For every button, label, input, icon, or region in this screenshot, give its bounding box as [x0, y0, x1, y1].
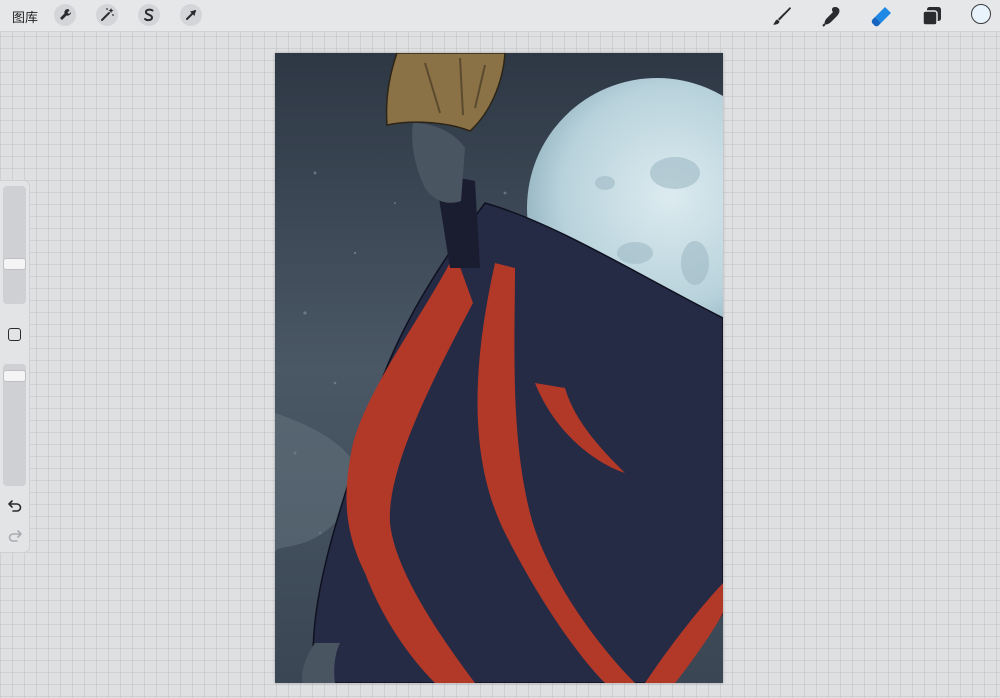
drawing-canvas[interactable]	[275, 53, 723, 683]
opacity-slider[interactable]	[3, 364, 26, 486]
brush-icon	[773, 7, 791, 25]
smudge-button[interactable]	[820, 4, 844, 28]
magic-wand-icon	[101, 8, 114, 21]
top-toolbar: 图库	[0, 0, 1000, 32]
color-picker-button[interactable]	[971, 4, 991, 24]
layers-icon	[922, 7, 941, 26]
wrench-icon	[60, 8, 72, 20]
transform-arrow-icon	[186, 10, 196, 20]
brush-size-slider[interactable]	[3, 186, 26, 304]
selection-s-icon	[144, 8, 154, 22]
brush-button[interactable]	[770, 4, 794, 28]
opacity-thumb[interactable]	[3, 369, 26, 382]
transform-button[interactable]	[180, 4, 202, 26]
layers-button[interactable]	[920, 4, 944, 28]
left-sidebar	[0, 180, 30, 553]
artwork-illustration	[275, 53, 723, 683]
eraser-button[interactable]	[870, 4, 894, 28]
redo-icon	[8, 530, 22, 542]
gallery-button[interactable]: 图库	[12, 7, 38, 26]
undo-button[interactable]	[7, 497, 23, 513]
undo-icon	[8, 500, 22, 512]
smudge-icon	[822, 7, 840, 27]
modify-button[interactable]	[8, 328, 21, 341]
redo-button[interactable]	[7, 527, 23, 543]
selection-button[interactable]	[138, 4, 160, 26]
eraser-icon	[871, 7, 891, 27]
adjustments-button[interactable]	[96, 4, 118, 26]
actions-button[interactable]	[54, 4, 76, 26]
brush-size-thumb[interactable]	[3, 258, 26, 271]
